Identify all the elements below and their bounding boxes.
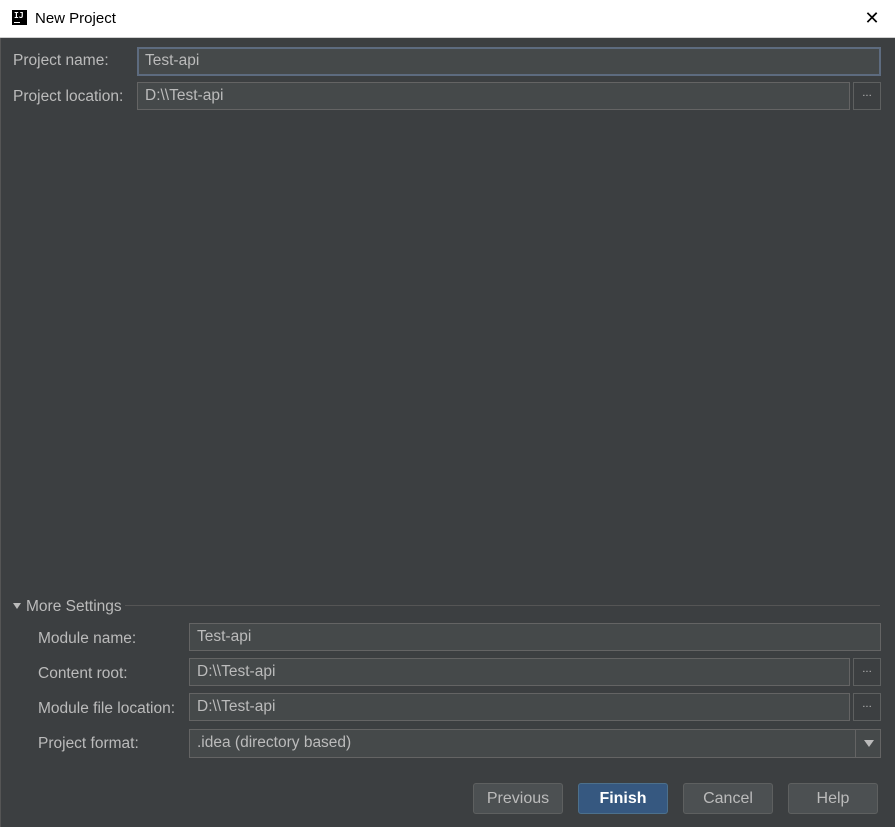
chevron-down-icon bbox=[864, 740, 874, 747]
cancel-button[interactable]: Cancel bbox=[683, 783, 773, 814]
title-bar: IJ New Project ✕ bbox=[0, 0, 895, 38]
previous-button[interactable]: Previous bbox=[473, 783, 563, 814]
module-file-location-input[interactable]: D:\\Test-api bbox=[189, 693, 850, 721]
project-location-browse-button[interactable]: ... bbox=[853, 82, 881, 110]
help-button[interactable]: Help bbox=[788, 783, 878, 814]
intellij-app-icon: IJ bbox=[12, 10, 27, 25]
content-root-browse-button[interactable]: ... bbox=[853, 658, 881, 686]
project-location-input[interactable]: D:\\Test-api bbox=[137, 82, 850, 110]
window-title: New Project bbox=[35, 10, 116, 27]
more-settings-title: More Settings bbox=[26, 598, 122, 615]
project-format-select[interactable]: .idea (directory based) bbox=[189, 729, 881, 758]
window-border bbox=[0, 38, 1, 827]
project-format-label: Project format: bbox=[38, 735, 139, 752]
close-button[interactable]: ✕ bbox=[849, 0, 895, 37]
module-file-location-browse-button[interactable]: ... bbox=[853, 693, 881, 721]
project-name-label: Project name: bbox=[13, 52, 109, 69]
project-location-label: Project location: bbox=[13, 88, 124, 105]
content-root-input[interactable]: D:\\Test-api bbox=[189, 658, 850, 686]
expand-arrow-icon bbox=[13, 603, 21, 609]
module-file-location-label: Module file location: bbox=[38, 700, 175, 717]
section-divider bbox=[125, 605, 880, 606]
finish-button[interactable]: Finish bbox=[578, 783, 668, 814]
project-format-dropdown-button[interactable] bbox=[855, 729, 881, 758]
project-name-input[interactable]: Test-api bbox=[137, 47, 881, 76]
content-root-label: Content root: bbox=[38, 665, 128, 682]
module-name-label: Module name: bbox=[38, 630, 137, 647]
module-name-input[interactable]: Test-api bbox=[189, 623, 881, 651]
